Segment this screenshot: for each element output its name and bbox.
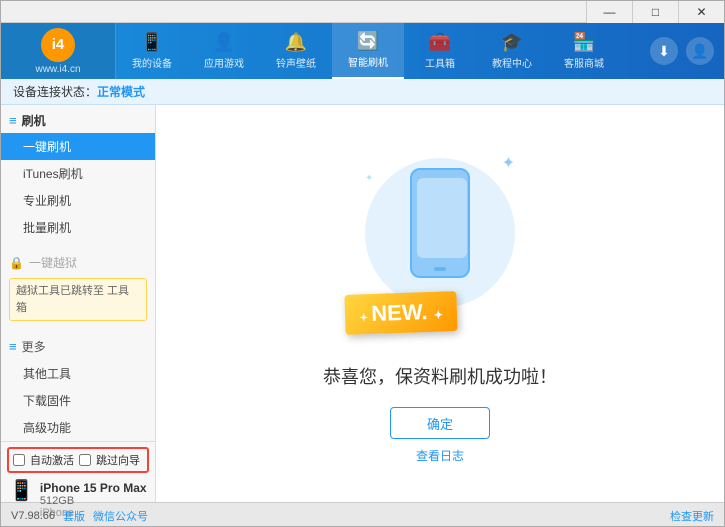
tab-ringtones[interactable]: 🔔 铃声壁纸 (260, 23, 332, 79)
view-log-link[interactable]: 查看日志 (416, 447, 464, 464)
sidebar-item-other-tools[interactable]: 其他工具 (1, 360, 155, 387)
user-action-btn[interactable]: 👤 (686, 37, 714, 65)
my-device-icon: 📱 (141, 32, 163, 53)
apps-icon: 👤 (213, 32, 235, 53)
sidebar-item-pro-flash[interactable]: 专业刷机 (1, 187, 155, 214)
success-message: 恭喜您，保资料刷机成功啦！ (323, 363, 557, 389)
sidebar-item-batch-flash[interactable]: 批量刷机 (1, 214, 155, 241)
header: i4 www.i4.cn 📱 我的设备 👤 应用游戏 🔔 铃声壁纸 🔄 智能刷机 (1, 23, 724, 79)
sidebar-flash-header: ≡ 刷机 (1, 105, 155, 133)
tutorials-icon: 🎓 (501, 32, 523, 53)
auto-guide-label: 跳过向导 (96, 452, 140, 468)
sidebar-item-onekey-flash[interactable]: 一键刷机 (1, 133, 155, 160)
download-action-btn[interactable]: ⬇ (650, 37, 678, 65)
status-mode: 正常模式 (97, 83, 145, 100)
more-header-icon: ≡ (9, 339, 17, 354)
tab-store[interactable]: 🏪 客服商城 (548, 23, 620, 79)
logo-area: i4 www.i4.cn (1, 23, 116, 79)
footer-version: V7.98.66 (11, 510, 55, 522)
jailbreak-notice: 越狱工具已跳转至 工具箱 (9, 278, 147, 321)
store-icon: 🏪 (573, 32, 595, 53)
jailbreak-lock-icon: 🔒 (9, 256, 24, 270)
status-bar: 设备连接状态： 正常模式 (1, 79, 724, 105)
sidebar: ≡ 刷机 一键刷机 iTunes刷机 专业刷机 批量刷机 🔒 一键越狱 (1, 105, 156, 502)
close-button[interactable]: ✕ (678, 1, 724, 23)
tab-apps[interactable]: 👤 应用游戏 (188, 23, 260, 79)
minimize-button[interactable]: — (586, 1, 632, 23)
footer-skin-link[interactable]: 套版 (63, 508, 85, 524)
sparkle-top-left: ✦ (365, 173, 373, 184)
device-icon: 📱 (9, 481, 34, 501)
sidebar-more-header: ≡ 更多 (1, 333, 155, 360)
footer-wechat-link[interactable]: 微信公众号 (93, 508, 148, 524)
flash-header-icon: ≡ (9, 113, 17, 128)
sidebar-item-advanced[interactable]: 高级功能 (1, 414, 155, 441)
smart-flash-icon: 🔄 (357, 31, 379, 52)
sidebar-jailbreak-header: 🔒 一键越狱 (1, 249, 155, 276)
tab-tutorials[interactable]: 🎓 教程中心 (476, 23, 548, 79)
phone-screen (417, 178, 467, 258)
auto-activate-checkbox[interactable] (13, 454, 25, 466)
maximize-button[interactable]: □ (632, 1, 678, 23)
sidebar-item-download-firmware[interactable]: 下载固件 (1, 387, 155, 414)
content-area: ✦ ✦ ✦ NEW. ✦ 恭喜您，保资料刷机成功啦！ 确定 查看日志 (156, 105, 724, 502)
footer-refresh-link[interactable]: 检查更新 (670, 508, 714, 524)
nav-tabs: 📱 我的设备 👤 应用游戏 🔔 铃声壁纸 🔄 智能刷机 🧰 工具箱 🎓 (116, 23, 650, 79)
device-storage: 512GB (40, 495, 147, 507)
device-name: iPhone 15 Pro Max (40, 481, 147, 495)
auto-options-row: 自动激活 跳过向导 (7, 447, 149, 473)
toolbox-icon: 🧰 (429, 32, 451, 53)
phone-home-btn (434, 267, 446, 271)
sidebar-item-itunes-flash[interactable]: iTunes刷机 (1, 160, 155, 187)
tab-toolbox[interactable]: 🧰 工具箱 (404, 23, 476, 79)
tab-smart-flash[interactable]: 🔄 智能刷机 (332, 23, 404, 79)
auto-guide-checkbox[interactable] (79, 454, 91, 466)
success-illustration: ✦ ✦ ✦ NEW. ✦ (340, 143, 540, 353)
tab-my-device[interactable]: 📱 我的设备 (116, 23, 188, 79)
sparkle-top-right: ✦ (502, 153, 515, 173)
phone-body (410, 168, 470, 278)
ringtones-icon: 🔔 (285, 32, 307, 53)
logo-subtitle: www.i4.cn (35, 64, 80, 75)
confirm-button[interactable]: 确定 (390, 407, 490, 439)
logo-icon: i4 (41, 28, 75, 62)
new-badge: ✦ NEW. ✦ (344, 291, 457, 335)
auto-activate-label: 自动激活 (30, 452, 74, 468)
